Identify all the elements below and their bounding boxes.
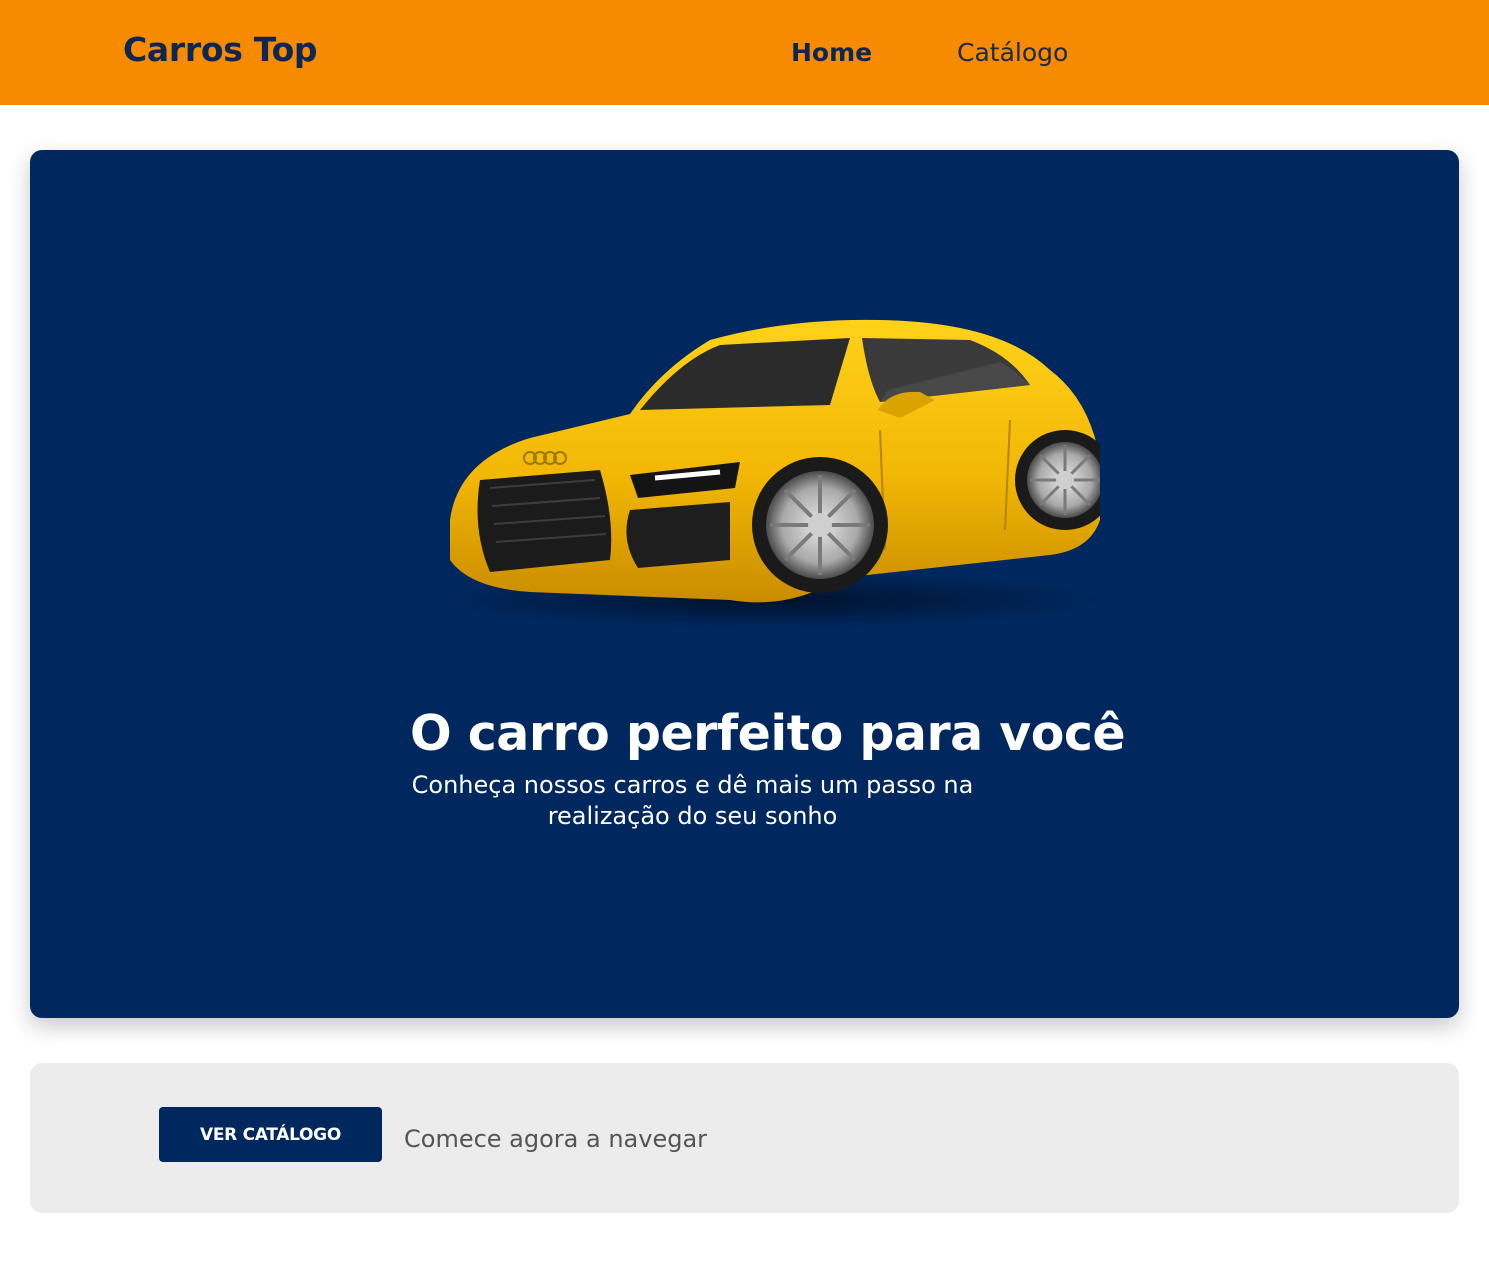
hero-title: O carro perfeito para você bbox=[410, 705, 1126, 762]
view-catalog-button[interactable]: VER CATÁLOGO bbox=[159, 1107, 382, 1162]
cta-bar: VER CATÁLOGO Comece agora a navegar bbox=[30, 1063, 1459, 1213]
top-navbar: Carros Top Home Catálogo bbox=[0, 0, 1489, 105]
brand-logo[interactable]: Carros Top bbox=[123, 30, 318, 69]
nav-link-home[interactable]: Home bbox=[791, 38, 872, 67]
car-image bbox=[440, 319, 1100, 628]
hero-subtitle: Conheça nossos carros e dê mais um passo… bbox=[411, 771, 974, 830]
nav-link-catalog[interactable]: Catálogo bbox=[957, 38, 1068, 67]
cta-text: Comece agora a navegar bbox=[404, 1125, 708, 1153]
hero-banner: O carro perfeito para você Conheça nosso… bbox=[30, 150, 1459, 1018]
